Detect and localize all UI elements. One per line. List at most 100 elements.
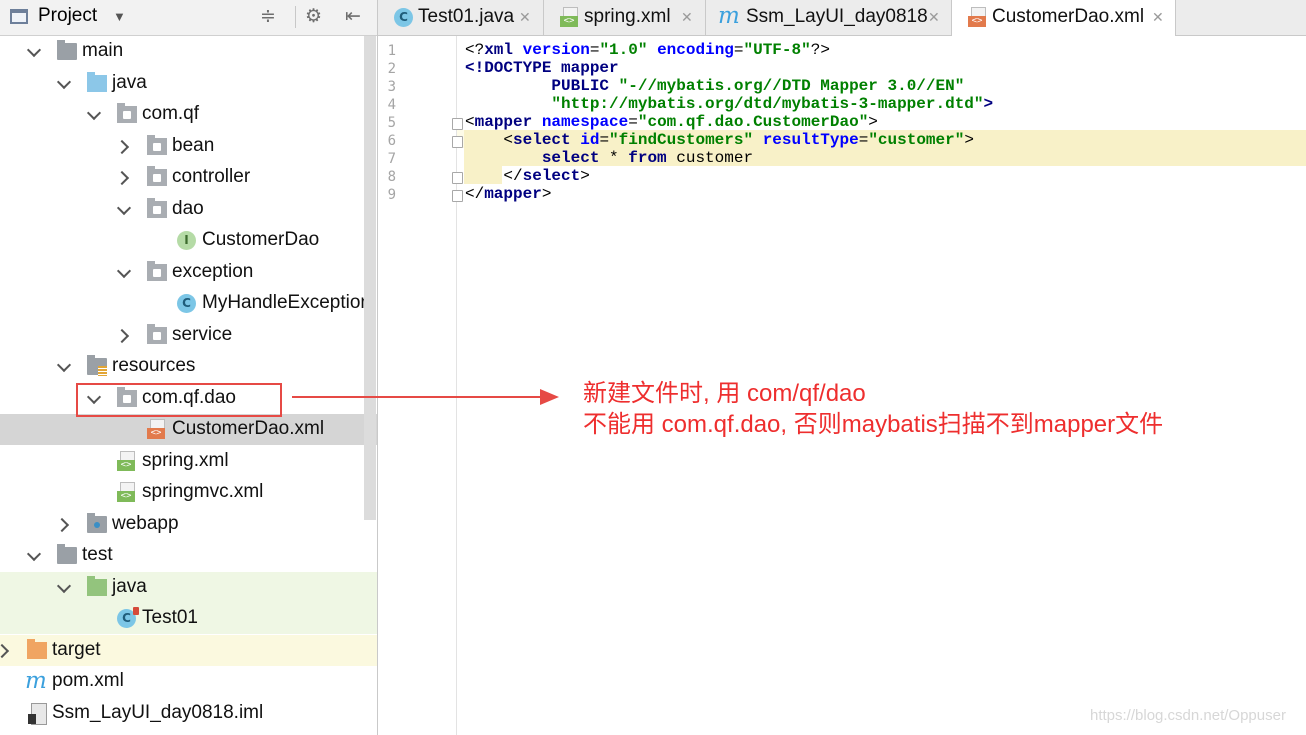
fold-marker-icon[interactable] <box>452 190 463 202</box>
tree-item-test01[interactable]: C Test01 <box>0 603 377 634</box>
tree-item-controller[interactable]: controller <box>0 162 377 193</box>
tree-item-springmvc-xml[interactable]: <> springmvc.xml <box>0 477 377 508</box>
code-line: </select> <box>503 167 590 185</box>
expand-arrow-icon[interactable] <box>114 131 134 162</box>
line-number: 4 <box>387 97 396 113</box>
tree-item-resources[interactable]: resources <box>0 351 377 382</box>
package-icon <box>117 103 137 123</box>
close-icon[interactable]: ✕ <box>681 9 693 26</box>
tab-label: Test01.java <box>418 6 515 27</box>
annotation-line-2: 不能用 com.qf.dao, 否则maybatis扫描不到mapper文件 <box>583 411 1164 438</box>
expand-arrow-icon[interactable] <box>84 99 104 130</box>
expand-arrow-icon[interactable] <box>114 320 134 351</box>
tab-ssm-layui[interactable]: m Ssm_LayUI_day0818 ✕ <box>706 0 952 35</box>
expand-arrow-icon[interactable] <box>24 540 44 571</box>
tree-item-label: Test01 <box>142 607 198 628</box>
code-line: <mapper namespace="com.qf.dao.CustomerDa… <box>465 113 878 131</box>
tree-item-target[interactable]: target <box>0 635 377 666</box>
hide-panel-icon[interactable]: ⇤ <box>345 5 361 28</box>
tab-label: CustomerDao.xml <box>992 6 1145 27</box>
web-folder-icon <box>87 513 107 533</box>
tree-item-label: com.qf <box>142 103 200 124</box>
code-line: PUBLIC "-//mybatis.org//DTD Mapper 3.0//… <box>551 77 965 95</box>
tree-item-label: bean <box>172 135 215 156</box>
line-number: 7 <box>387 151 396 167</box>
toolbar-separator <box>295 6 296 28</box>
tree-item-service[interactable]: service <box>0 320 377 351</box>
watermark: https://blog.csdn.net/Oppuser <box>1090 707 1286 724</box>
interface-icon: I <box>177 231 196 250</box>
tree-item-customerdao-interface[interactable]: I CustomerDao <box>0 225 377 256</box>
tree-item-exception[interactable]: exception <box>0 257 377 288</box>
spring-xml-icon: <> <box>560 7 578 28</box>
expand-arrow-icon[interactable] <box>54 572 74 603</box>
expand-arrow-icon[interactable] <box>54 68 74 99</box>
gear-icon[interactable]: ⚙ <box>305 5 322 28</box>
tree-item-com-qf[interactable]: com.qf <box>0 99 377 130</box>
package-icon <box>147 324 167 344</box>
code-line: <?xml version="1.0" encoding="UTF-8"?> <box>465 41 830 59</box>
tree-item-label: CustomerDao <box>202 229 320 250</box>
expand-arrow-icon[interactable] <box>24 36 44 67</box>
maven-icon: m <box>25 668 47 694</box>
tree-item-label: springmvc.xml <box>142 481 264 502</box>
line-number: 9 <box>387 187 396 203</box>
editor-gutter: 1 2 3 4 5 6 7 8 9 <box>378 36 463 735</box>
tree-item-webapp[interactable]: webapp <box>0 509 377 540</box>
tree-item-customerdao-xml[interactable]: <> CustomerDao.xml <box>0 414 377 445</box>
spring-xml-icon: <> <box>117 482 135 503</box>
tree-item-label: exception <box>172 261 254 282</box>
tree-item-java-test[interactable]: java <box>0 572 377 603</box>
annotation-text: 新建文件时, 用 com/qf/dao 不能用 com.qf.dao, 否则ma… <box>583 378 1163 440</box>
tree-item-bean[interactable]: bean <box>0 131 377 162</box>
close-icon[interactable]: ✕ <box>928 9 940 26</box>
package-icon <box>147 261 167 281</box>
package-icon <box>147 198 167 218</box>
tree-item-pom-xml[interactable]: m pom.xml <box>0 666 377 697</box>
code-line: <!DOCTYPE mapper <box>465 59 619 77</box>
package-icon <box>147 166 167 186</box>
chevron-down-icon[interactable]: ▼ <box>113 9 126 24</box>
code-line: select * from customer <box>541 149 754 167</box>
collapse-all-icon[interactable]: ≑ <box>260 5 276 28</box>
close-icon[interactable]: ✕ <box>1152 9 1164 26</box>
package-icon <box>147 135 167 155</box>
project-panel-title[interactable]: Project <box>38 5 97 27</box>
tree-item-iml[interactable]: Ssm_LayUI_day0818.iml <box>0 698 377 729</box>
line-number: 2 <box>387 61 396 77</box>
tree-item-main[interactable]: main <box>0 36 377 67</box>
tree-item-label: controller <box>172 166 251 187</box>
fold-marker-icon[interactable] <box>452 136 463 148</box>
expand-arrow-icon[interactable] <box>114 162 134 193</box>
close-icon[interactable]: ✕ <box>519 9 531 26</box>
expand-arrow-icon[interactable] <box>0 635 14 666</box>
tab-spring-xml[interactable]: <> spring.xml ✕ <box>544 0 706 35</box>
class-icon: C <box>394 8 413 27</box>
tree-item-label: resources <box>112 355 196 376</box>
annotation-line-1: 新建文件时, 用 com/qf/dao <box>583 380 866 407</box>
project-scrollbar[interactable] <box>364 36 376 520</box>
tree-item-label: test <box>82 544 113 565</box>
tree-item-spring-xml[interactable]: <> spring.xml <box>0 446 377 477</box>
folder-icon <box>57 544 77 564</box>
tree-item-myhandleexception[interactable]: C MyHandleException <box>0 288 377 319</box>
fold-marker-icon[interactable] <box>452 172 463 184</box>
highlight-box <box>76 383 282 417</box>
expand-arrow-icon[interactable] <box>54 509 74 540</box>
tree-item-label: service <box>172 324 233 345</box>
tab-test01-java[interactable]: C Test01.java ✕ <box>378 0 544 35</box>
expand-arrow-icon[interactable] <box>114 257 134 288</box>
expand-arrow-icon[interactable] <box>54 351 74 382</box>
tree-item-label: pom.xml <box>52 670 124 691</box>
arrow-right-icon <box>540 389 559 405</box>
tree-item-dao[interactable]: dao <box>0 194 377 225</box>
xml-file-icon: <> <box>147 419 165 440</box>
tree-item-label: target <box>52 639 101 660</box>
tree-item-java[interactable]: java <box>0 68 377 99</box>
expand-arrow-icon[interactable] <box>114 194 134 225</box>
xml-file-icon: <> <box>968 7 986 28</box>
tab-customerdao-xml[interactable]: <> CustomerDao.xml ✕ <box>952 0 1176 36</box>
tree-item-test[interactable]: test <box>0 540 377 571</box>
fold-marker-icon[interactable] <box>452 118 463 130</box>
tree-item-label: spring.xml <box>142 450 229 471</box>
